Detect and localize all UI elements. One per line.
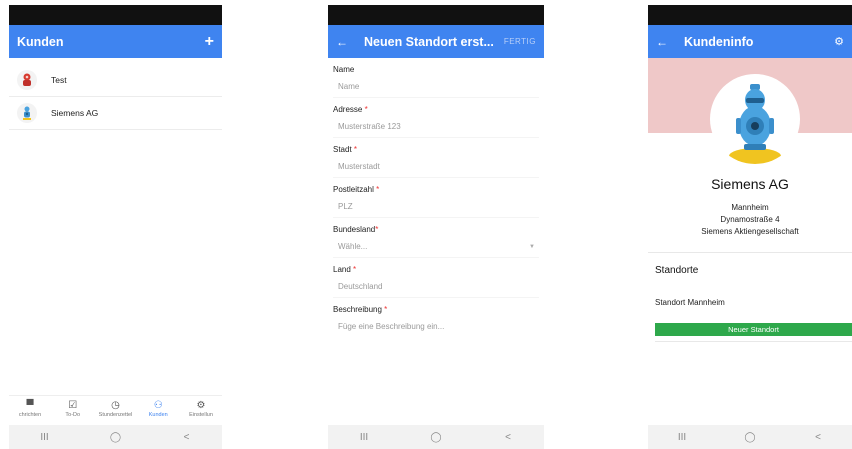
profile-header xyxy=(648,58,852,164)
field-label: Adresse * xyxy=(333,105,368,114)
state-select[interactable]: Wähle... ▼ xyxy=(333,236,539,258)
field-label: Land * xyxy=(333,265,357,274)
description-field-group: Beschreibung * Füge eine Beschreibung ei… xyxy=(333,304,539,338)
zip-field-group: Postleitzahl * PLZ xyxy=(333,184,539,218)
city-text: Mannheim xyxy=(731,203,769,212)
nav-item-timesheet[interactable]: ◷ Stundenzettel xyxy=(95,396,137,425)
city-input[interactable]: Musterstadt xyxy=(333,156,539,178)
app-bar: ← Neuen Standort erst... FERTIG xyxy=(328,25,544,58)
people-icon: ⚇ xyxy=(153,400,163,411)
app-bar: ← Kundeninfo ⚙ xyxy=(648,25,852,58)
system-navbar: III ◯ < xyxy=(328,425,544,449)
back-button[interactable]: < xyxy=(167,432,207,443)
city-field-group: Stadt * Musterstadt xyxy=(333,144,539,178)
back-arrow-icon[interactable]: ← xyxy=(656,35,668,49)
gear-icon[interactable]: ⚙ xyxy=(834,35,844,48)
list-item[interactable]: Test xyxy=(9,64,222,97)
nav-label: Kunden xyxy=(148,412,168,418)
timer-icon: ◷ xyxy=(111,400,120,411)
home-button[interactable]: ◯ xyxy=(730,432,770,443)
nav-item-customers[interactable]: ⚇ Kunden xyxy=(137,396,179,425)
chat-icon: ▀ xyxy=(26,400,34,411)
robot-avatar-red-icon xyxy=(17,70,37,90)
address-input[interactable]: Musterstraße 123 xyxy=(333,116,539,138)
back-button[interactable]: < xyxy=(798,432,838,443)
nav-item-settings[interactable]: ⚙ Einstellun xyxy=(180,396,222,425)
checkbox-icon: ☑ xyxy=(68,400,78,411)
field-label: Stadt * xyxy=(333,145,358,154)
location-form: Name Name Adresse * Musterstraße 123 Sta… xyxy=(328,58,544,338)
field-label: Bundesland* xyxy=(333,225,379,234)
back-arrow-icon[interactable]: ← xyxy=(336,35,348,49)
recents-button[interactable]: III xyxy=(662,432,702,443)
legal-name-text: Siemens Aktiengesellschaft xyxy=(701,227,799,236)
status-bar xyxy=(328,5,544,25)
robot-avatar-blue-icon xyxy=(17,103,37,123)
new-location-button[interactable]: Neuer Standort xyxy=(655,323,852,336)
nav-label: chrichten xyxy=(18,412,42,418)
country-input[interactable]: Deutschland xyxy=(333,276,539,298)
add-customer-button[interactable]: + xyxy=(205,33,214,51)
divider xyxy=(655,341,852,342)
company-address: Mannheim Dynamostraße 4 Siemens Aktienge… xyxy=(648,202,852,238)
street-text: Dynamostraße 4 xyxy=(720,215,780,224)
new-location-screen: ← Neuen Standort erst... FERTIG Name Nam… xyxy=(328,5,544,449)
nav-item-todo[interactable]: ☑ To-Do xyxy=(52,396,94,425)
select-value: Wähle... xyxy=(338,242,368,251)
field-label: Beschreibung * xyxy=(333,305,388,314)
list-item[interactable]: Siemens AG xyxy=(9,97,222,130)
field-label: Name xyxy=(333,65,355,74)
customer-list: Test Siemens AG xyxy=(9,58,222,130)
robot-avatar-large-icon xyxy=(710,74,800,164)
page-title: Kundeninfo xyxy=(684,34,754,49)
system-navbar: III ◯ < xyxy=(648,425,852,449)
recents-button[interactable]: III xyxy=(344,432,384,443)
country-field-group: Land * Deutschland xyxy=(333,264,539,298)
nav-label: Stundenzettel xyxy=(98,412,133,418)
home-button[interactable]: ◯ xyxy=(416,432,456,443)
system-navbar: III ◯ < xyxy=(9,425,222,449)
status-bar xyxy=(9,5,222,25)
name-field-group: Name Name xyxy=(333,64,539,98)
app-bar: Kunden + xyxy=(9,25,222,58)
page-title: Kunden xyxy=(17,34,64,49)
address-field-group: Adresse * Musterstraße 123 xyxy=(333,104,539,138)
zip-input[interactable]: PLZ xyxy=(333,196,539,218)
name-input[interactable]: Name xyxy=(333,76,539,98)
description-input[interactable]: Füge eine Beschreibung ein... xyxy=(333,316,539,338)
nav-item-messages[interactable]: ▀ chrichten xyxy=(9,396,51,425)
back-button[interactable]: < xyxy=(488,432,528,443)
customers-screen: Kunden + Test Siemens AG ▀ chrichten ☑ T… xyxy=(9,5,222,449)
done-button[interactable]: FERTIG xyxy=(504,37,536,46)
customer-info-screen: ← Kundeninfo ⚙ Siemens AG Mannheim Dynam… xyxy=(648,5,852,449)
status-bar xyxy=(648,5,852,25)
divider xyxy=(648,252,852,253)
dropdown-caret-icon: ▼ xyxy=(529,244,535,250)
company-name: Siemens AG xyxy=(711,176,789,192)
gear-icon: ⚙ xyxy=(196,400,206,411)
location-item[interactable]: Standort Mannheim xyxy=(648,298,852,307)
customer-name: Siemens AG xyxy=(51,108,99,118)
section-title: Standorte xyxy=(655,265,699,276)
field-label: Postleitzahl * xyxy=(333,185,380,194)
page-title: Neuen Standort erst... xyxy=(364,34,494,49)
nav-label: To-Do xyxy=(65,412,81,418)
home-button[interactable]: ◯ xyxy=(96,432,136,443)
bottom-navigation: ▀ chrichten ☑ To-Do ◷ Stundenzettel ⚇ Ku… xyxy=(9,395,222,425)
recents-button[interactable]: III xyxy=(25,432,65,443)
nav-label: Einstellun xyxy=(189,412,213,418)
state-field-group: Bundesland* Wähle... ▼ xyxy=(333,224,539,258)
customer-name: Test xyxy=(51,75,67,85)
